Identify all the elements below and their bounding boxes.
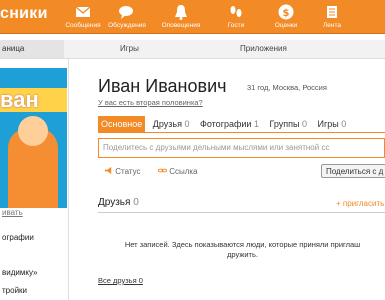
tab-count: 0 (302, 119, 308, 129)
tab-label: Игры (317, 119, 339, 129)
logo[interactable]: сники (0, 5, 48, 23)
tab-label: Основное (101, 119, 143, 129)
nav-ratings[interactable]: $ Оценки (264, 0, 308, 33)
sidebar-settings-link[interactable]: тройки (2, 286, 27, 295)
empty-friends-message: Нет записей. Здесь показываются люди, ко… (100, 240, 385, 260)
sub-navigation: аница Игры Приложения (0, 40, 385, 59)
subnav-games[interactable]: Игры (120, 40, 139, 58)
nav-label: Гости (227, 22, 245, 29)
empty-message-line-2: дружить. (227, 250, 258, 259)
status-button[interactable]: Статус (104, 166, 141, 176)
link-button[interactable]: Ссылка (158, 166, 198, 176)
tab-friends[interactable]: Друзья 0 (150, 116, 193, 132)
invite-link[interactable]: + пригласить (336, 199, 384, 208)
avatar-banner: ван (0, 88, 67, 112)
tab-count: 1 (253, 119, 259, 129)
relationship-link[interactable]: У вас есть вторая половинка? (98, 98, 203, 107)
tab-count: 0 (184, 119, 190, 129)
all-friends-label: Все друзья (98, 276, 137, 285)
sidebar-invisible-link[interactable]: видимку» (2, 268, 37, 277)
rating-coin-icon: $ (278, 4, 294, 20)
sidebar-edit-link[interactable]: ивать (2, 208, 23, 217)
post-input[interactable]: Поделитесь с друзьями дельными мыслями и… (98, 138, 385, 158)
nav-feed[interactable]: Лента (310, 0, 354, 33)
nav-label: Обсуждения (108, 22, 146, 29)
megaphone-icon (104, 166, 112, 175)
svg-text:$: $ (283, 8, 290, 19)
nav-notifications[interactable]: Оповещения (159, 0, 203, 33)
all-friends-count: 0 (138, 276, 143, 285)
feed-icon (327, 6, 337, 18)
nav-label: Сообщения (65, 22, 101, 29)
tab-label: Друзья (152, 119, 182, 129)
chat-icon (119, 6, 133, 19)
tab-photos[interactable]: Фотографии 1 (197, 116, 262, 132)
profile-name: Иван Иванович (98, 76, 227, 96)
empty-message-line-1: Нет записей. Здесь показываются люди, ко… (124, 240, 361, 249)
avatar-figure-head (18, 116, 48, 146)
footprints-icon (230, 6, 242, 17)
bell-icon (175, 5, 187, 20)
avatar[interactable]: ван (0, 68, 67, 208)
envelope-icon (75, 6, 91, 17)
nav-label: Оценки (274, 22, 298, 29)
all-friends-link[interactable]: Все друзья 0 (98, 276, 143, 285)
link-label: Ссылка (169, 167, 198, 176)
tab-groups[interactable]: Группы 0 (267, 116, 311, 132)
friends-heading: Друзья 0 (98, 197, 139, 208)
nav-messages[interactable]: Сообщения (61, 0, 105, 33)
profile-tabs: Основное Друзья 0 Фотографии 1 Группы 0 … (98, 116, 351, 132)
tabs-underline (98, 132, 385, 133)
tab-label: Фотографии (200, 119, 252, 129)
tab-count: 0 (341, 119, 347, 129)
tab-games[interactable]: Игры 0 (315, 116, 350, 132)
friends-count: 0 (133, 197, 139, 208)
subnav-main-page[interactable]: аница (0, 40, 64, 58)
nav-guests[interactable]: Гости (214, 0, 258, 33)
tab-main[interactable]: Основное (98, 116, 146, 132)
share-button[interactable]: Поделиться с д (321, 164, 385, 178)
nav-label: Оповещения (161, 22, 201, 29)
sidebar-photos-link[interactable]: ографии (2, 233, 34, 242)
friends-divider (98, 212, 385, 213)
profile-meta: 31 год, Москва, Россия (247, 83, 327, 92)
tab-label: Группы (269, 119, 300, 129)
top-bar: сники Сообщения Обсуждения Оповещения Го… (0, 0, 385, 34)
nav-discussions[interactable]: Обсуждения (105, 0, 149, 33)
link-icon (158, 168, 167, 173)
subnav-apps[interactable]: Приложения (240, 40, 287, 58)
sidebar-divider (68, 58, 69, 300)
nav-label: Лента (323, 22, 341, 29)
status-label: Статус (115, 167, 141, 176)
friends-title: Друзья (98, 197, 131, 208)
